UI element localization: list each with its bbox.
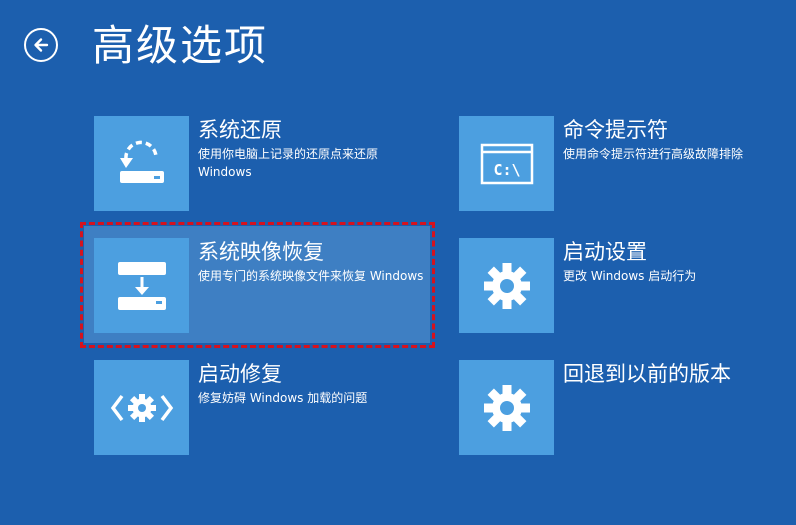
option-description: 使用你电脑上记录的还原点来还原 Windows [198, 147, 379, 179]
option-text: 启动修复 修复妨碍 Windows 加载的问题 [198, 360, 424, 407]
option-text: 系统还原 使用你电脑上记录的还原点来还原 Windows [198, 116, 424, 181]
option-text: 命令提示符 使用命令提示符进行高级故障排除 [563, 116, 789, 163]
option-description: 更改 Windows 启动行为 [563, 269, 697, 283]
option-tile: C:\ [459, 116, 554, 211]
command-prompt-icon: C:\ [480, 143, 533, 184]
option-title: 回退到以前的版本 [563, 362, 731, 386]
system-image-recovery-icon [117, 261, 166, 310]
back-arrow-icon [34, 38, 49, 52]
option-go-back-previous-version[interactable]: 回退到以前的版本 [459, 360, 789, 455]
option-startup-repair[interactable]: 启动修复 修复妨碍 Windows 加载的问题 [94, 360, 424, 455]
option-tile [94, 116, 189, 211]
option-title: 系统映像恢复 [198, 240, 324, 264]
option-title: 启动设置 [563, 240, 647, 264]
startup-repair-icon [110, 393, 173, 422]
option-title: 启动修复 [198, 362, 282, 386]
option-description: 修复妨碍 Windows 加载的问题 [198, 391, 368, 405]
page-title: 高级选项 [92, 21, 269, 70]
command-prompt-label: C:\ [493, 161, 520, 179]
option-text: 系统映像恢复 使用专门的系统映像文件来恢复 Windows [198, 238, 424, 285]
option-system-image-recovery[interactable]: 系统映像恢复 使用专门的系统映像文件来恢复 Windows [94, 238, 424, 333]
option-title: 系统还原 [198, 118, 282, 142]
gear-icon [483, 262, 530, 309]
option-tile [459, 360, 554, 455]
option-tile [94, 360, 189, 455]
back-button[interactable] [24, 28, 58, 62]
option-system-restore[interactable]: 系统还原 使用你电脑上记录的还原点来还原 Windows [94, 116, 424, 211]
option-text: 启动设置 更改 Windows 启动行为 [563, 238, 789, 285]
option-description: 使用专门的系统映像文件来恢复 Windows [198, 269, 424, 283]
option-text: 回退到以前的版本 [563, 360, 789, 389]
gear-icon [483, 384, 530, 431]
option-tile [94, 238, 189, 333]
system-restore-icon [119, 140, 164, 183]
option-startup-settings[interactable]: 启动设置 更改 Windows 启动行为 [459, 238, 789, 333]
option-tile [459, 238, 554, 333]
option-title: 命令提示符 [563, 118, 668, 142]
option-description: 使用命令提示符进行高级故障排除 [563, 147, 744, 161]
option-command-prompt[interactable]: C:\ 命令提示符 使用命令提示符进行高级故障排除 [459, 116, 789, 211]
